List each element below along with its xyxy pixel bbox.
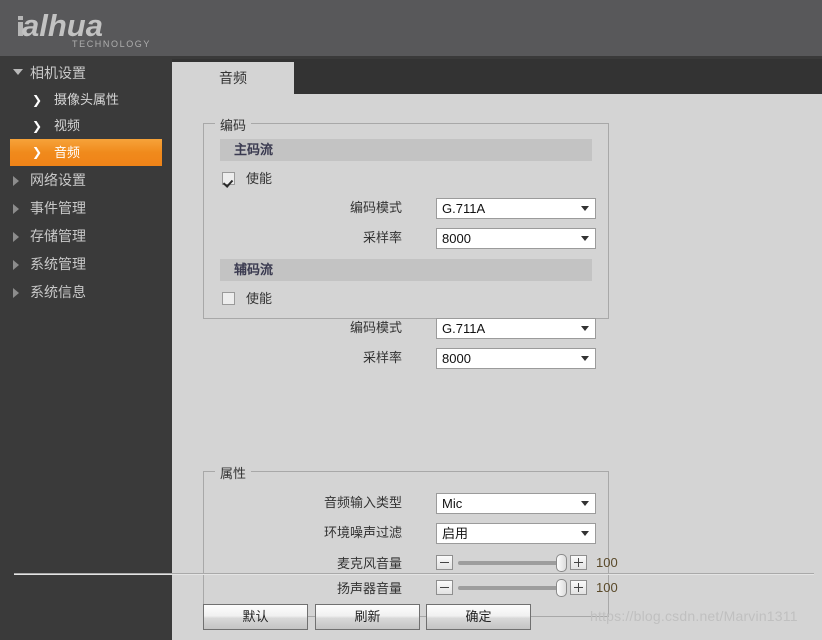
tab-bar: 音频 <box>172 59 822 94</box>
sidebar-group-label: 系统信息 <box>30 284 86 300</box>
select-value: 8000 <box>442 231 471 246</box>
triangle-right-icon <box>13 204 19 214</box>
confirm-button[interactable]: 确定 <box>426 604 531 630</box>
select-value: G.711A <box>442 201 486 216</box>
sidebar-item-video[interactable]: ❯ 视频 <box>10 113 162 139</box>
select-value: Mic <box>442 496 463 511</box>
encoding-legend: 编码 <box>215 115 252 134</box>
sub-stream-section-header: 辅码流 <box>220 259 592 281</box>
svg-text:TECHNOLOGY: TECHNOLOGY <box>72 39 151 49</box>
chevron-down-icon <box>581 236 589 241</box>
sub-stream-sample-rate-label: 采样率 <box>362 350 402 365</box>
select-value: 启用 <box>442 526 469 541</box>
minus-icon[interactable] <box>436 555 453 570</box>
triangle-right-icon <box>13 260 19 270</box>
sidebar-item-camera-properties[interactable]: ❯ 摄像头属性 <box>10 87 162 113</box>
attributes-legend: 属性 <box>215 463 252 482</box>
chevron-down-icon <box>581 206 589 211</box>
triangle-right-icon <box>13 288 19 298</box>
speaker-volume-slider[interactable]: 100 <box>436 578 618 598</box>
sub-stream-enable-label: 使能 <box>246 291 273 306</box>
main-stream-encode-mode-select[interactable]: G.711A <box>436 198 596 219</box>
select-value: 8000 <box>442 351 471 366</box>
triangle-down-icon <box>13 69 23 75</box>
triangle-right-icon <box>13 232 19 242</box>
plus-icon[interactable] <box>570 580 587 595</box>
noise-filter-select[interactable]: 启用 <box>436 523 596 544</box>
watermark-text: https://blog.csdn.net/Marvin1311 <box>590 608 798 624</box>
footer-divider <box>14 573 814 575</box>
sidebar-group-system-management[interactable]: 系统管理 <box>0 250 172 278</box>
speaker-volume-value: 100 <box>596 580 618 595</box>
sidebar-item-audio[interactable]: ❯ 音频 <box>10 139 162 166</box>
main-stream-section-header: 主码流 <box>220 139 592 161</box>
checkbox-box[interactable] <box>222 172 235 185</box>
sidebar: 相机设置 ❯ 摄像头属性 ❯ 视频 ❯ 音频 网络设置 事件管理 存储管理 系统… <box>0 59 172 640</box>
sidebar-group-event-management[interactable]: 事件管理 <box>0 194 172 222</box>
tab-audio[interactable]: 音频 <box>172 62 294 94</box>
audio-input-type-label: 音频输入类型 <box>323 495 402 510</box>
chevron-down-icon <box>581 531 589 536</box>
app-header: alhua TECHNOLOGY <box>0 0 822 56</box>
audio-input-type-select[interactable]: Mic <box>436 493 596 514</box>
chevron-right-icon: ❯ <box>32 145 43 159</box>
sub-stream-encode-mode-select[interactable]: G.711A <box>436 318 596 339</box>
sub-stream-encode-mode-label: 编码模式 <box>349 320 402 335</box>
main-stream-sample-rate-label: 采样率 <box>362 230 402 245</box>
main-panel: 音频 编码 主码流 使能 编码模式 G.711A 采样率 8000 辅码流 使能… <box>172 59 822 640</box>
sidebar-group-camera-settings[interactable]: 相机设置 <box>0 59 172 87</box>
slider-track[interactable] <box>458 586 562 590</box>
dahua-logo: alhua TECHNOLOGY <box>14 6 204 52</box>
triangle-right-icon <box>13 176 19 186</box>
chevron-down-icon <box>581 501 589 506</box>
sidebar-group-label: 系统管理 <box>30 256 86 272</box>
slider-thumb[interactable] <box>556 554 567 572</box>
sidebar-group-label: 存储管理 <box>30 228 86 244</box>
main-stream-enable-label: 使能 <box>246 171 273 186</box>
sidebar-item-label: 音频 <box>54 145 81 160</box>
refresh-button[interactable]: 刷新 <box>315 604 420 630</box>
sidebar-group-label: 相机设置 <box>30 65 86 81</box>
attributes-fieldset: 属性 音频输入类型 Mic 环境噪声过滤 启用 麦克风音量 100 扬声器音量 <box>203 463 618 617</box>
main-stream-encode-mode-label: 编码模式 <box>349 200 402 215</box>
select-value: G.711A <box>442 321 486 336</box>
plus-icon[interactable] <box>570 555 587 570</box>
mic-volume-label: 麦克风音量 <box>336 556 402 571</box>
sidebar-group-label: 事件管理 <box>30 200 86 216</box>
chevron-right-icon: ❯ <box>32 119 43 133</box>
sub-stream-sample-rate-select[interactable]: 8000 <box>436 348 596 369</box>
chevron-down-icon <box>581 356 589 361</box>
speaker-volume-label: 扬声器音量 <box>336 581 402 596</box>
noise-filter-label: 环境噪声过滤 <box>323 525 402 540</box>
encoding-fieldset: 编码 主码流 使能 编码模式 G.711A 采样率 8000 辅码流 使能 编码… <box>203 115 609 369</box>
mic-volume-slider[interactable]: 100 <box>436 553 618 573</box>
sidebar-group-network-settings[interactable]: 网络设置 <box>0 166 172 194</box>
default-button[interactable]: 默认 <box>203 604 308 630</box>
minus-icon[interactable] <box>436 580 453 595</box>
sidebar-item-label: 摄像头属性 <box>54 92 120 107</box>
sidebar-group-system-info[interactable]: 系统信息 <box>0 278 172 306</box>
sidebar-item-label: 视频 <box>54 118 81 133</box>
slider-track[interactable] <box>458 561 562 565</box>
chevron-down-icon <box>581 326 589 331</box>
checkbox-box[interactable] <box>222 292 235 305</box>
slider-thumb[interactable] <box>556 579 567 597</box>
main-stream-sample-rate-select[interactable]: 8000 <box>436 228 596 249</box>
mic-volume-value: 100 <box>596 555 618 570</box>
sidebar-group-storage-management[interactable]: 存储管理 <box>0 222 172 250</box>
sidebar-group-label: 网络设置 <box>30 172 86 188</box>
svg-text:alhua: alhua <box>22 8 103 43</box>
content-area: 编码 主码流 使能 编码模式 G.711A 采样率 8000 辅码流 使能 编码… <box>172 94 822 640</box>
chevron-right-icon: ❯ <box>32 93 43 107</box>
